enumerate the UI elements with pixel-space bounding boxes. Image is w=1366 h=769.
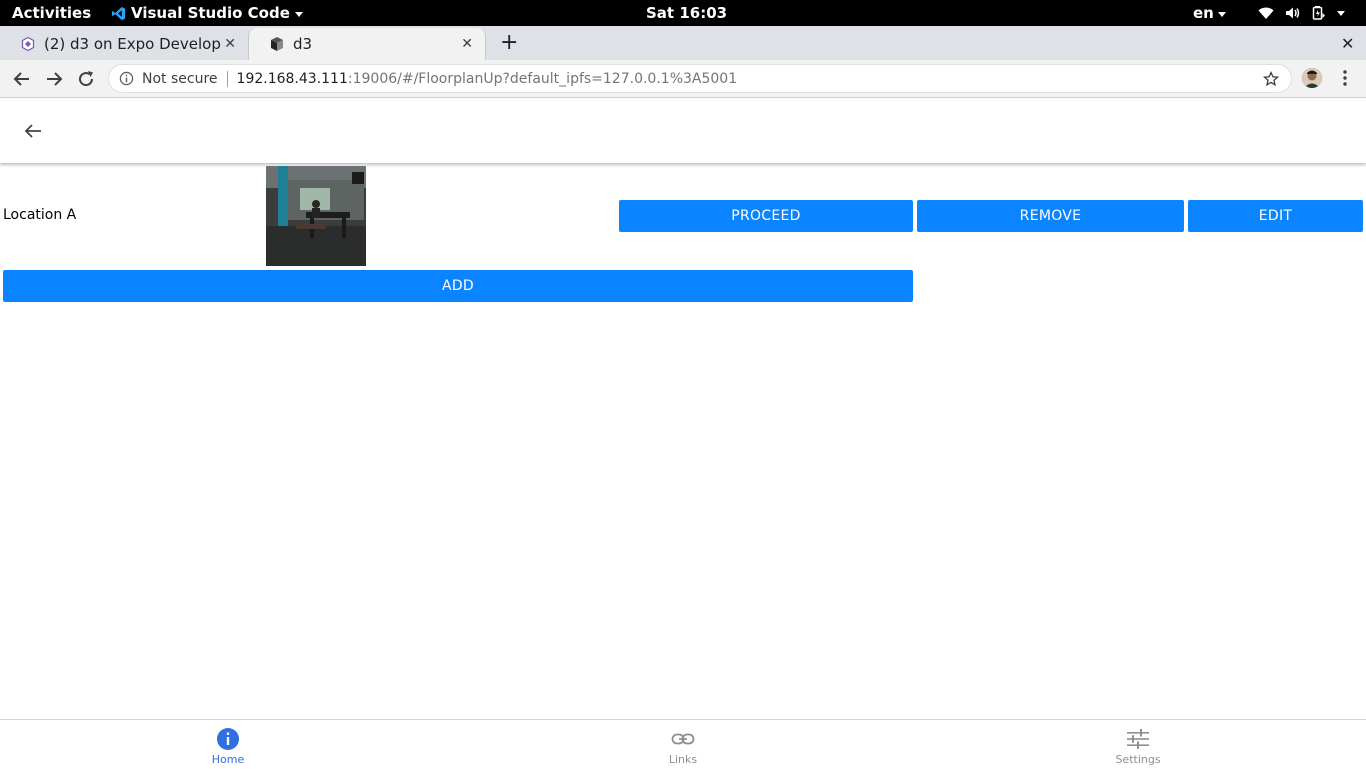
sliders-icon xyxy=(1127,729,1149,749)
edit-button[interactable]: EDIT xyxy=(1188,200,1363,232)
back-arrow-icon[interactable] xyxy=(22,120,44,142)
forward-arrow-icon[interactable] xyxy=(44,69,64,89)
tab-settings[interactable]: Settings xyxy=(1078,720,1198,769)
tab-links-label: Links xyxy=(668,753,698,766)
back-arrow-icon[interactable] xyxy=(12,69,32,89)
vscode-icon xyxy=(111,6,126,20)
power-menu-icon xyxy=(1337,11,1345,16)
tab-home[interactable]: Home xyxy=(168,720,288,769)
browser-tab-expo[interactable]: (2) d3 on Expo Develop ✕ xyxy=(0,28,248,60)
bottom-tab-bar: Home Links Settings xyxy=(0,719,1366,768)
proceed-button[interactable]: PROCEED xyxy=(619,200,913,232)
system-tray[interactable] xyxy=(1258,5,1345,20)
chevron-down-icon xyxy=(1217,11,1226,17)
url-host: 192.168.43.111 xyxy=(236,70,348,87)
info-icon xyxy=(217,728,239,750)
reload-icon[interactable] xyxy=(76,69,96,89)
url-path: :19006/#/FloorplanUp?default_ipfs=127.0.… xyxy=(347,70,738,87)
activities-button[interactable]: Activities xyxy=(12,4,91,22)
link-icon xyxy=(671,733,695,745)
remove-button[interactable]: REMOVE xyxy=(917,200,1184,232)
tab-settings-label: Settings xyxy=(1115,753,1161,766)
browser-toolbar: Not secure 192.168.43.111 :19006/#/Floor… xyxy=(0,60,1366,98)
browser-tab-d3[interactable]: d3 ✕ xyxy=(248,28,486,60)
tab-home-label: Home xyxy=(211,753,245,766)
clock[interactable]: Sat 16:03 xyxy=(646,4,727,22)
chevron-down-icon xyxy=(294,11,303,17)
tab-links[interactable]: Links xyxy=(623,720,743,769)
more-vert-icon[interactable] xyxy=(1343,70,1347,86)
security-label: Not secure xyxy=(142,70,218,87)
location-photo-image xyxy=(266,166,366,266)
separator xyxy=(226,70,228,87)
avatar-icon xyxy=(1302,68,1322,88)
window-close-icon[interactable]: ✕ xyxy=(1341,34,1354,53)
profile-avatar[interactable] xyxy=(1302,68,1322,88)
app-header xyxy=(0,99,1366,163)
volume-icon xyxy=(1286,7,1300,18)
close-icon[interactable]: ✕ xyxy=(224,36,236,52)
close-icon[interactable]: ✕ xyxy=(461,36,473,52)
app-menu[interactable]: Visual Studio Code xyxy=(111,4,303,22)
bookmark-star-icon[interactable] xyxy=(1263,71,1279,87)
browser-tab-strip: (2) d3 on Expo Develop ✕ d3 ✕ xyxy=(0,26,1366,60)
address-bar[interactable]: Not secure 192.168.43.111 :19006/#/Floor… xyxy=(108,64,1292,93)
system-top-bar: Activities Visual Studio Code Sat 16:03 … xyxy=(0,0,1366,26)
location-photo xyxy=(266,166,366,266)
language-indicator[interactable]: en xyxy=(1193,4,1226,22)
new-tab-button[interactable]: + xyxy=(500,32,518,54)
battery-icon xyxy=(1312,6,1325,20)
app-cube-icon xyxy=(271,37,283,51)
location-name: Location A xyxy=(3,207,77,223)
info-icon[interactable] xyxy=(119,71,134,86)
tab-title: (2) d3 on Expo Develop xyxy=(44,35,221,53)
wifi-icon xyxy=(1258,7,1274,19)
add-button[interactable]: ADD xyxy=(3,270,913,302)
tab-title: d3 xyxy=(293,35,313,53)
language-label: en xyxy=(1193,4,1214,22)
app-name: Visual Studio Code xyxy=(131,4,290,22)
expo-icon xyxy=(21,36,35,52)
